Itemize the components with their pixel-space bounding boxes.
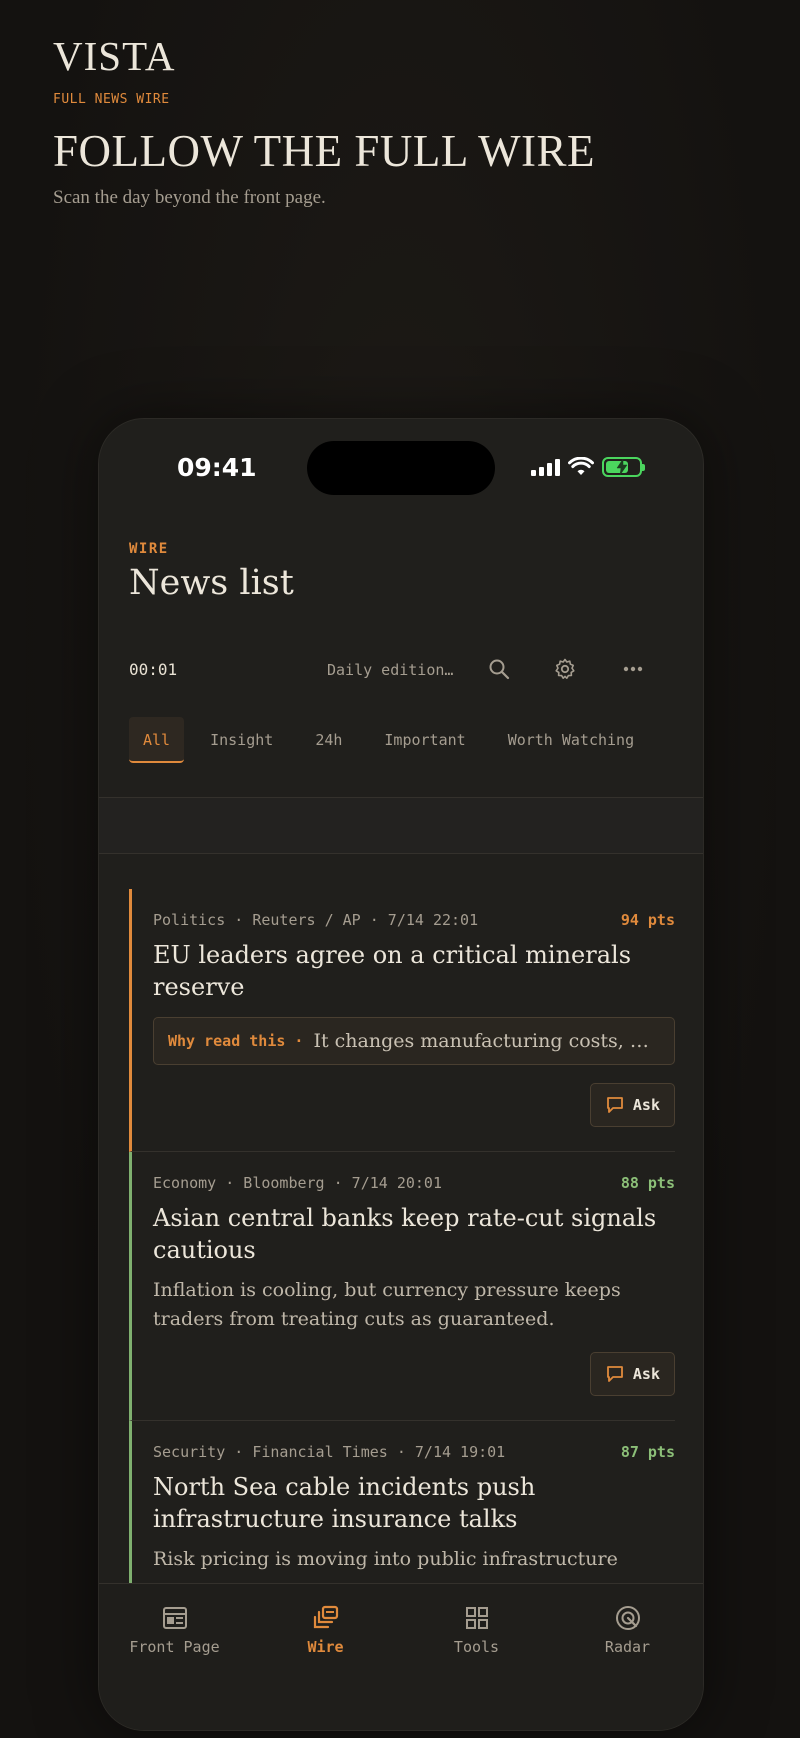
chat-bubble-icon xyxy=(607,1097,623,1113)
news-card[interactable]: Security · Financial Times · 7/14 19:01 … xyxy=(129,1421,675,1599)
page-title: News list xyxy=(129,563,294,603)
toolbar: 00:01 Daily edition… xyxy=(129,649,679,689)
card-source-line: Security · Financial Times · 7/14 19:01 xyxy=(153,1443,506,1461)
gear-icon[interactable] xyxy=(549,653,581,685)
nav-front-page[interactable]: Front Page xyxy=(99,1584,250,1730)
phone-frame: 09:41 WIRE News list 00:01 Daily edition… xyxy=(98,418,704,1731)
chat-bubble-icon xyxy=(607,1366,623,1382)
news-feed: Politics · Reuters / AP · 7/14 22:01 94 … xyxy=(129,889,675,1599)
edition-select[interactable]: Daily edition… xyxy=(327,661,453,679)
why-read-box[interactable]: Why read this · It changes manufacturing… xyxy=(153,1017,675,1065)
tab-worth-watching[interactable]: Worth Watching xyxy=(492,717,650,763)
dynamic-island xyxy=(307,441,495,495)
nav-label: Front Page xyxy=(129,1638,220,1656)
card-title[interactable]: Asian central banks keep rate-cut signal… xyxy=(153,1202,675,1266)
hero-kicker: FULL NEWS WIRE xyxy=(53,92,170,107)
edition-clock: 00:01 xyxy=(129,660,178,679)
more-icon[interactable] xyxy=(617,653,649,685)
battery-icon xyxy=(602,457,645,477)
card-meta: Economy · Bloomberg · 7/14 20:01 88 pts xyxy=(153,1174,675,1192)
card-meta: Politics · Reuters / AP · 7/14 22:01 94 … xyxy=(153,911,675,929)
card-summary: Risk pricing is moving into public infra… xyxy=(153,1548,618,1570)
tab-important[interactable]: Important xyxy=(368,717,481,763)
nav-tools[interactable]: Tools xyxy=(401,1584,552,1730)
system-icons xyxy=(531,457,645,477)
ask-button[interactable]: Ask xyxy=(589,1083,675,1127)
card-summary: Inflation is cooling, but currency press… xyxy=(153,1279,621,1330)
hero-subtitle: Scan the day beyond the front page. xyxy=(53,187,326,208)
card-title[interactable]: North Sea cable incidents push infrastru… xyxy=(153,1471,675,1535)
nav-wire[interactable]: Wire xyxy=(250,1584,401,1730)
card-source-line: Economy · Bloomberg · 7/14 20:01 xyxy=(153,1174,442,1192)
filter-tabs: All Insight 24h Important Worth Watching xyxy=(129,717,689,767)
tab-insight[interactable]: Insight xyxy=(194,717,289,763)
card-points: 87 pts xyxy=(620,1443,675,1461)
charging-bolt-icon xyxy=(616,459,628,475)
news-card[interactable]: Politics · Reuters / AP · 7/14 22:01 94 … xyxy=(129,889,675,1152)
radar-icon xyxy=(615,1606,640,1630)
card-title[interactable]: EU leaders agree on a critical minerals … xyxy=(153,939,675,1003)
ask-button[interactable]: Ask xyxy=(589,1352,675,1396)
status-bar: 09:41 xyxy=(99,419,703,495)
nav-label: Wire xyxy=(307,1638,344,1656)
tab-24h[interactable]: 24h xyxy=(299,717,358,763)
tab-all[interactable]: All xyxy=(129,717,185,763)
empty-band xyxy=(99,798,703,853)
page-kicker: WIRE xyxy=(129,541,169,557)
wifi-icon xyxy=(568,457,594,475)
stack-icon xyxy=(313,1605,338,1629)
card-source-line: Politics · Reuters / AP · 7/14 22:01 xyxy=(153,911,479,929)
card-points: 88 pts xyxy=(620,1174,675,1192)
status-time: 09:41 xyxy=(177,453,257,482)
cellular-signal-icon xyxy=(531,458,560,476)
grid-icon xyxy=(465,1607,488,1629)
card-meta: Security · Financial Times · 7/14 19:01 … xyxy=(153,1443,675,1461)
bottom-nav: Front Page Wire Tools Radar xyxy=(99,1583,703,1730)
card-points: 94 pts xyxy=(620,911,675,929)
ask-label: Ask xyxy=(632,1096,660,1114)
nav-radar[interactable]: Radar xyxy=(552,1584,703,1730)
newspaper-icon xyxy=(162,1607,187,1629)
nav-label: Radar xyxy=(604,1638,651,1656)
hero: VISTA FULL NEWS WIRE FOLLOW THE FULL WIR… xyxy=(53,32,753,209)
ask-label: Ask xyxy=(632,1365,660,1383)
divider xyxy=(99,853,703,854)
why-read-text: It changes manufacturing costs, defense … xyxy=(313,1030,660,1052)
search-icon[interactable] xyxy=(483,653,515,685)
hero-headline: FOLLOW THE FULL WIRE xyxy=(53,126,596,176)
why-read-label: Why read this · xyxy=(168,1032,304,1050)
nav-label: Tools xyxy=(453,1638,500,1656)
brand-logo: VISTA xyxy=(53,33,176,79)
news-card[interactable]: Economy · Bloomberg · 7/14 20:01 88 pts … xyxy=(129,1152,675,1421)
